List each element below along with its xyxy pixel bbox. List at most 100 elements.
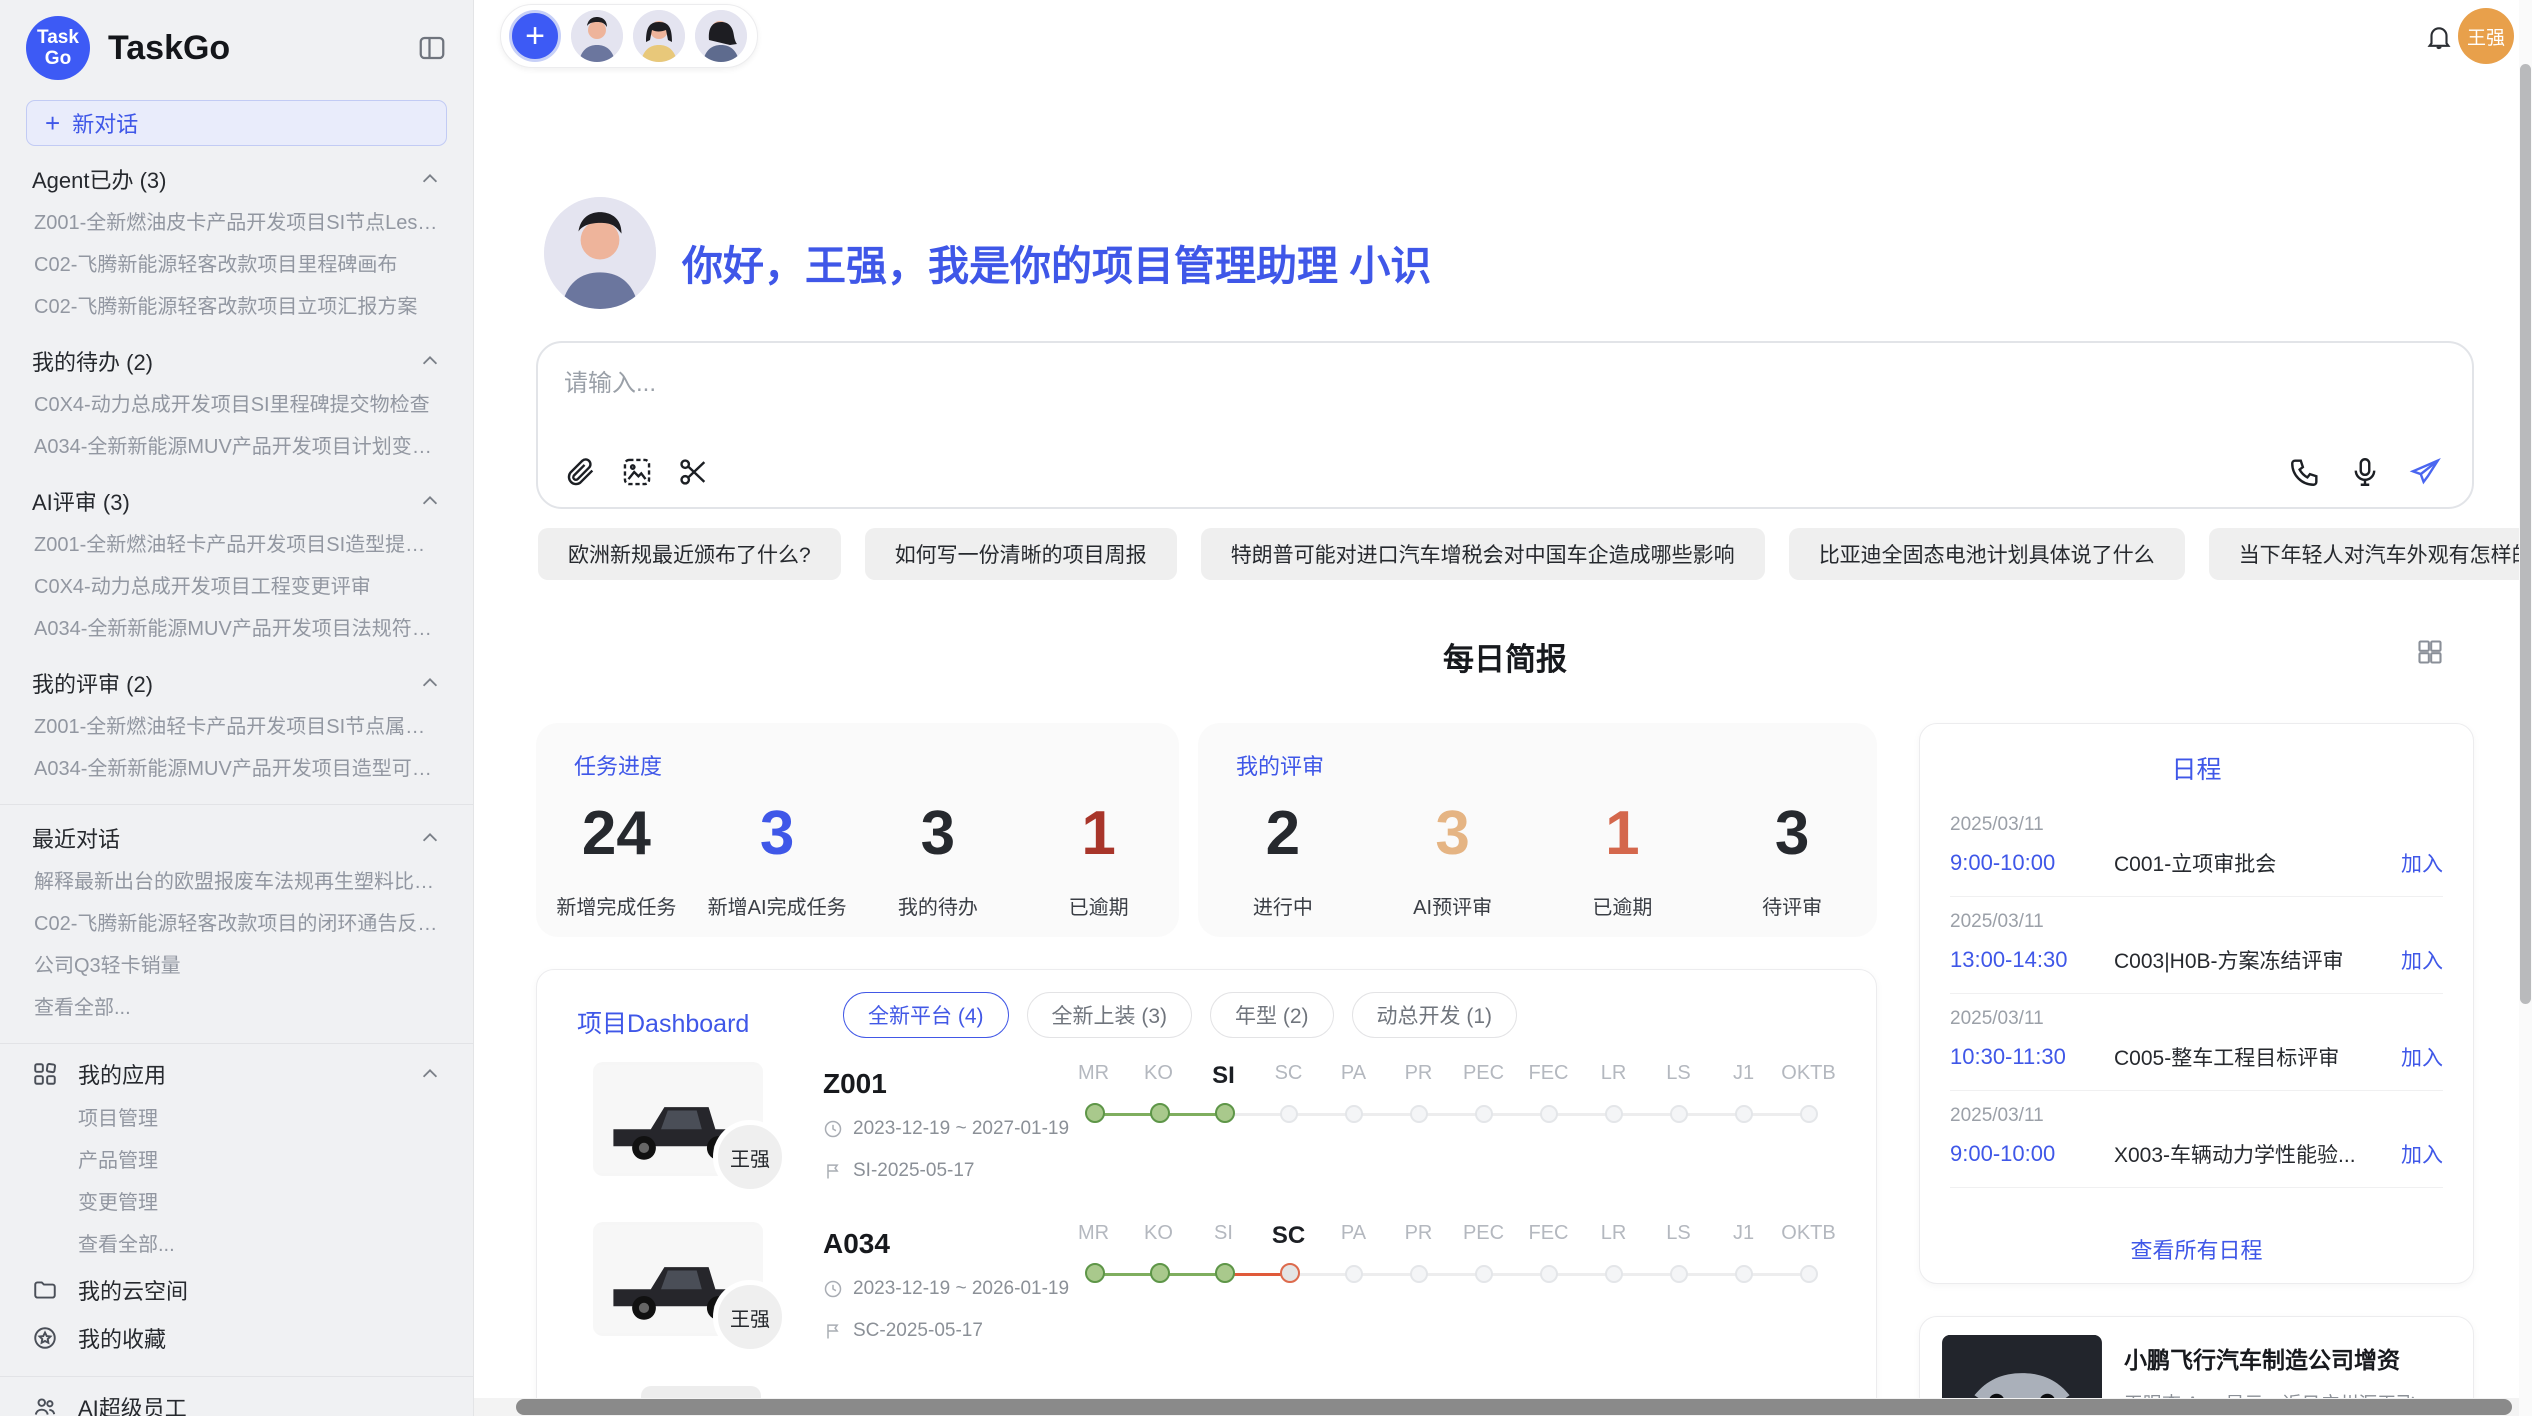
milestone-dot bbox=[1475, 1265, 1493, 1283]
join-button[interactable]: 加入 bbox=[2401, 848, 2443, 878]
milestone-dot-done bbox=[1215, 1263, 1235, 1283]
sidebar-item-cloud-space[interactable]: 我的云空间 bbox=[0, 1266, 473, 1314]
avatar[interactable] bbox=[571, 10, 623, 62]
event-date: 2025/03/11 bbox=[1950, 814, 2443, 836]
list-item[interactable]: A034-全新新能源MUV产品开发项目造型可行性评审 bbox=[0, 748, 473, 790]
tab-new-body[interactable]: 全新上装 (3) bbox=[1027, 992, 1193, 1038]
new-session-button[interactable]: + bbox=[509, 10, 561, 62]
tab-new-platform[interactable]: 全新平台 (4) bbox=[843, 992, 1009, 1038]
stat: 1已逾期 bbox=[1018, 785, 1179, 937]
chevron-up-icon[interactable] bbox=[419, 350, 441, 372]
divider bbox=[0, 804, 473, 805]
list-item[interactable]: C02-飞腾新能源轻客改款项目里程碑画布 bbox=[0, 244, 473, 286]
view-all-schedule-link[interactable]: 查看所有日程 bbox=[1950, 1223, 2443, 1265]
tab-year-model[interactable]: 年型 (2) bbox=[1210, 992, 1334, 1038]
list-item[interactable]: A034-全新新能源MUV产品开发项目计划变更表编写 bbox=[0, 426, 473, 468]
dashboard-title: 项目Dashboard bbox=[577, 1004, 749, 1040]
greeting-text: 你好，王强，我是你的项目管理助理 小识 bbox=[682, 232, 1431, 292]
send-icon[interactable] bbox=[2408, 455, 2442, 489]
join-button[interactable]: 加入 bbox=[2401, 1042, 2443, 1072]
vertical-scrollbar-thumb[interactable] bbox=[2520, 64, 2531, 1004]
assistant-avatar bbox=[544, 197, 656, 309]
join-button[interactable]: 加入 bbox=[2401, 945, 2443, 975]
chevron-up-icon[interactable] bbox=[419, 1063, 441, 1085]
milestone-dot bbox=[1735, 1105, 1753, 1123]
list-item[interactable]: 2025/03/11 13:00-14:30 C003|H0B-方案冻结评审 加… bbox=[1950, 897, 2443, 994]
list-item[interactable]: Z001-全新燃油轻卡产品开发项目SI节点属性5D文件评审 bbox=[0, 706, 473, 748]
image-icon[interactable] bbox=[620, 455, 654, 489]
chat-input[interactable] bbox=[564, 363, 2164, 423]
sidebar-collapse-icon[interactable] bbox=[417, 33, 447, 63]
card-title: 任务进度 bbox=[574, 749, 662, 781]
milestone-label: PA bbox=[1321, 1222, 1386, 1250]
sidebar-item-my-apps[interactable]: 我的应用 bbox=[0, 1050, 473, 1098]
milestone-track: MR KO SI SC PA PR PEC FEC LR LS J1 OKTB bbox=[1061, 1222, 1851, 1300]
view-all-apps[interactable]: 查看全部... bbox=[0, 1224, 473, 1266]
suggestion-chip[interactable]: 特朗普可能对进口汽车增税会对中国车企造成哪些影响 bbox=[1201, 528, 1765, 580]
list-item[interactable]: C02-飞腾新能源轻客改款项目的闭环通告反馈情况 bbox=[0, 903, 473, 945]
list-item[interactable]: 2025/03/11 9:00-10:00 C001-立项审批会 加入 bbox=[1950, 800, 2443, 897]
stat-value: 3 bbox=[1775, 803, 1809, 865]
app-title: TaskGo bbox=[108, 29, 417, 68]
user-avatar[interactable]: 王强 bbox=[2458, 8, 2514, 64]
list-item[interactable]: 公司Q3轻卡销量 bbox=[0, 945, 473, 987]
list-item[interactable]: C02-飞腾新能源轻客改款项目立项汇报方案 bbox=[0, 286, 473, 328]
section-ai-review[interactable]: AI评审 (3) bbox=[0, 478, 473, 524]
vertical-scrollbar[interactable] bbox=[2519, 0, 2532, 1416]
stat: 24新增完成任务 bbox=[536, 785, 697, 937]
plus-icon: + bbox=[45, 108, 60, 139]
sidebar-item-favorites[interactable]: 我的收藏 bbox=[0, 1314, 473, 1362]
layout-grid-icon[interactable] bbox=[2416, 638, 2444, 666]
suggestion-chip[interactable]: 当下年轻人对汽车外观有怎样的喜好趋势 bbox=[2209, 528, 2532, 580]
tab-powertrain[interactable]: 动总开发 (1) bbox=[1352, 992, 1518, 1038]
app-item-product-mgmt[interactable]: 产品管理 bbox=[0, 1140, 473, 1182]
logo-line1: Task bbox=[37, 27, 79, 48]
table-row[interactable]: 王强 A034 2023-12-19 ~ 2026-01-19 SC-2025-… bbox=[537, 1222, 1876, 1382]
chevron-up-icon[interactable] bbox=[419, 827, 441, 849]
table-row[interactable]: 王强 Z001 2023-12-19 ~ 2027-01-19 SI-2025-… bbox=[537, 1062, 1876, 1222]
milestone-label: PEC bbox=[1451, 1222, 1516, 1250]
section-my-todo[interactable]: 我的待办 (2) bbox=[0, 338, 473, 384]
section-my-review[interactable]: 我的评审 (2) bbox=[0, 660, 473, 706]
session-switcher: + bbox=[500, 4, 758, 68]
notification-bell-icon[interactable] bbox=[2424, 22, 2454, 52]
list-item[interactable]: 2025/03/11 10:30-11:30 C005-整车工程目标评审 加入 bbox=[1950, 994, 2443, 1091]
microphone-icon[interactable] bbox=[2348, 455, 2382, 489]
scissors-icon[interactable] bbox=[676, 455, 710, 489]
divider bbox=[0, 1043, 473, 1044]
section-recent-chats[interactable]: 最近对话 bbox=[0, 815, 473, 861]
chevron-up-icon[interactable] bbox=[419, 490, 441, 512]
section-agent-done[interactable]: Agent已办 (3) bbox=[0, 156, 473, 202]
milestone-label: PEC bbox=[1451, 1062, 1516, 1090]
horizontal-scrollbar[interactable] bbox=[474, 1398, 2519, 1416]
list-item[interactable]: C0X4-动力总成开发项目工程变更评审 bbox=[0, 566, 473, 608]
chevron-up-icon[interactable] bbox=[419, 672, 441, 694]
horizontal-scrollbar-thumb[interactable] bbox=[516, 1399, 2512, 1415]
list-item[interactable]: C0X4-动力总成开发项目SI里程碑提交物检查 bbox=[0, 384, 473, 426]
chevron-up-icon[interactable] bbox=[419, 168, 441, 190]
suggestion-chip[interactable]: 比亚迪全固态电池计划具体说了什么 bbox=[1789, 528, 2185, 580]
new-chat-button[interactable]: + 新对话 bbox=[26, 100, 447, 146]
suggestion-chip[interactable]: 如何写一份清晰的项目周报 bbox=[865, 528, 1177, 580]
list-item[interactable]: A034-全新新能源MUV产品开发项目法规符合性评审 bbox=[0, 608, 473, 650]
join-button[interactable]: 加入 bbox=[2401, 1139, 2443, 1169]
avatar[interactable] bbox=[695, 10, 747, 62]
list-item[interactable]: Z001-全新燃油轻卡产品开发项目SI造型提交物评审 bbox=[0, 524, 473, 566]
list-item[interactable]: Z001-全新燃油皮卡产品开发项目SI节点Lesson Learn报告 bbox=[0, 202, 473, 244]
paperclip-icon[interactable] bbox=[564, 455, 598, 489]
milestone-dot bbox=[1540, 1105, 1558, 1123]
milestone-label: PR bbox=[1386, 1062, 1451, 1090]
milestone-dot bbox=[1800, 1105, 1818, 1123]
app-item-project-mgmt[interactable]: 项目管理 bbox=[0, 1098, 473, 1140]
owner-badge: 王强 bbox=[713, 1280, 787, 1354]
list-item[interactable]: 2025/03/11 9:00-10:00 X003-车辆动力学性能验... 加… bbox=[1950, 1091, 2443, 1188]
avatar[interactable] bbox=[633, 10, 685, 62]
milestone-dot-overdue bbox=[1280, 1263, 1300, 1283]
section-title: AI评审 (3) bbox=[32, 485, 130, 517]
list-item[interactable]: 解释最新出台的欧盟报废车法规再生塑料比例被调至15%... bbox=[0, 861, 473, 903]
sidebar-item-ai-super-staff[interactable]: AI超级员工 bbox=[0, 1383, 473, 1416]
phone-icon[interactable] bbox=[2288, 455, 2322, 489]
suggestion-chip[interactable]: 欧洲新规最近颁布了什么? bbox=[538, 528, 841, 580]
app-item-change-mgmt[interactable]: 变更管理 bbox=[0, 1182, 473, 1224]
view-all-chats[interactable]: 查看全部... bbox=[0, 987, 473, 1029]
